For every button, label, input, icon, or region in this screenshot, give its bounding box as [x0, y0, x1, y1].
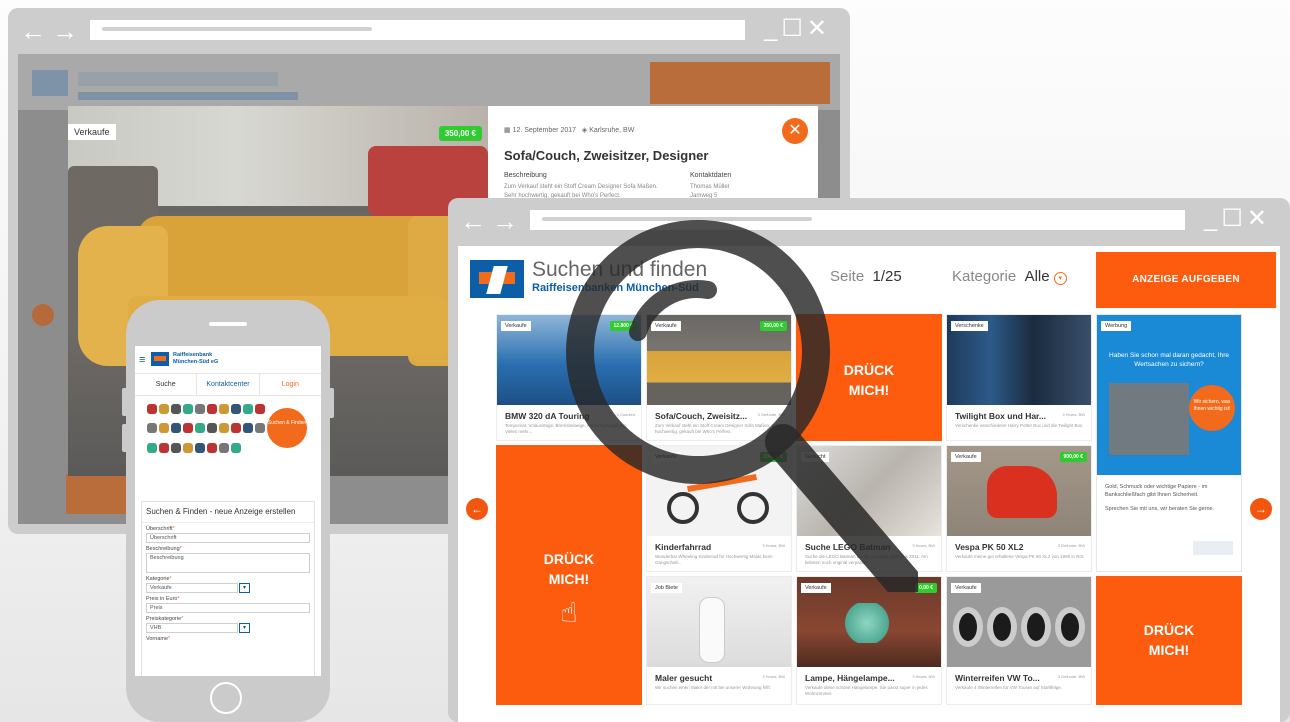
- next-arrow-icon[interactable]: →: [1250, 498, 1272, 520]
- listing-card[interactable]: Verkaufe 900,00 € Vespa PK 50 XL2 3 Gefu…: [946, 445, 1092, 572]
- close-icon[interactable]: ✕: [782, 118, 808, 144]
- card-title: Kinderfahrrad: [655, 542, 712, 552]
- safe-image: [1109, 383, 1189, 455]
- contact-label: Kontaktdaten: [690, 172, 732, 179]
- headline-input[interactable]: Überschrift: [146, 533, 310, 543]
- field-label: Überschrift: [146, 526, 173, 532]
- category-select[interactable]: Verkaufe ▾: [146, 583, 250, 593]
- page-number: 1/25: [872, 268, 902, 285]
- hand-cursor-icon: ☝: [560, 597, 578, 628]
- field-label: Vorname: [146, 636, 169, 642]
- ad-headline: Haben Sie schon mal daran gedacht, Ihre …: [1109, 352, 1229, 368]
- front-window-viewport: Suchen und finden Raiffeisenbanken Münch…: [458, 246, 1280, 722]
- bank-logo-small: [1193, 541, 1233, 555]
- tab-kontaktcenter[interactable]: Kontaktcenter: [197, 374, 260, 395]
- card-title: Suche LEGO Batman: [805, 542, 891, 552]
- card-title: Sofa/Couch, Zweisitz...: [655, 411, 748, 421]
- price-badge: 350,00 €: [438, 126, 482, 141]
- card-title: Vespa PK 50 XL2: [955, 542, 1024, 552]
- listing-card[interactable]: Verkaufe 0,00 € Lampe, Hängelampe... 3 H…: [796, 576, 942, 705]
- advertisement-card[interactable]: Werbung Haben Sie schon mal daran gedach…: [1096, 314, 1242, 572]
- blurred-header: [18, 54, 840, 110]
- press-me-tile[interactable]: DRÜCK MICH!: [1096, 576, 1242, 705]
- field-label: Preis in Euro: [146, 596, 178, 602]
- back-arrow-icon[interactable]: ←: [20, 18, 46, 44]
- phone-screen: ≡ Raiffeisenbank München-Süd eG Suche Ko…: [135, 346, 321, 676]
- browser-toolbar: ← → _☐✕: [8, 8, 850, 54]
- post-listing-button[interactable]: ANZEIGE AUFGEBEN: [1096, 252, 1276, 308]
- prev-arrow-blurred: [32, 304, 54, 326]
- mobile-header: ≡ Raiffeisenbank München-Süd eG: [135, 346, 321, 374]
- hamburger-menu-icon[interactable]: ≡: [139, 354, 145, 366]
- listing-card[interactable]: Job Biete Maler gesucht 3 Hours, BW Wir …: [646, 576, 792, 705]
- listing-card[interactable]: Verkaufe 12.800 € BMW 320 dA Touring 3 C…: [496, 314, 642, 441]
- contact-name: Thomas Müller: [690, 184, 730, 190]
- front-browser-window: ← → _☐✕ Suchen und finden Raiffeisenbank…: [448, 198, 1290, 722]
- category-value: Alle: [1024, 268, 1050, 285]
- address-bar[interactable]: [90, 20, 745, 40]
- phone-speaker: [209, 322, 247, 326]
- description-textarea[interactable]: Beschreibung: [146, 553, 310, 573]
- description-label: Beschreibung: [504, 172, 547, 179]
- card-title: Twilight Box und Har...: [955, 411, 1046, 421]
- cta-button-blurred: [650, 62, 830, 104]
- tab-suche[interactable]: Suche: [135, 374, 198, 395]
- calendar-icon: ▦: [504, 127, 511, 134]
- price-category-select[interactable]: VHB ▾: [146, 623, 250, 633]
- pagination: Seite 1/25: [830, 268, 902, 285]
- chevron-down-icon[interactable]: ▾: [239, 623, 250, 633]
- card-title: BMW 320 dA Touring: [505, 411, 590, 421]
- location-pin-icon: ◈: [581, 127, 588, 134]
- page-title: Suchen und finden: [532, 258, 708, 281]
- home-button[interactable]: [210, 682, 242, 714]
- items-illustration: [147, 404, 267, 460]
- page-header: Suchen und finden Raiffeisenbanken Münch…: [458, 246, 1280, 308]
- brand-line-2: München-Süd eG: [173, 359, 219, 365]
- press-me-tile[interactable]: DRÜCK MICH! ☝: [496, 445, 642, 705]
- suchen-finden-badge: Suchen & Finden: [267, 408, 307, 448]
- listing-card[interactable]: Verschenke Twilight Box und Har... 3 Hou…: [946, 314, 1092, 441]
- listing-location: Karlsruhe, BW: [589, 127, 635, 134]
- card-title: Winterreifen VW To...: [955, 673, 1040, 683]
- browser-toolbar: ← → _☐✕: [448, 198, 1290, 244]
- card-title: Maler gesucht: [655, 673, 713, 683]
- window-controls[interactable]: _☐✕: [1204, 205, 1271, 233]
- field-label: Beschreibung: [146, 546, 180, 552]
- smartphone-mockup: ≡ Raiffeisenbank München-Süd eG Suche Ko…: [122, 300, 334, 722]
- press-me-tile[interactable]: DRÜCK MICH!: [796, 314, 942, 441]
- bank-logo: [151, 352, 169, 366]
- back-arrow-icon[interactable]: ←: [460, 208, 486, 234]
- mobile-tabs: Suche Kontaktcenter Login: [135, 374, 321, 396]
- listing-card[interactable]: Verkaufe 350,00 € Sofa/Couch, Zweisitz..…: [646, 314, 792, 441]
- brand-line-1: Raiffeisenbank: [173, 352, 213, 358]
- category-tag: Verkaufe: [68, 124, 116, 140]
- card-title: Lampe, Hängelampe...: [805, 673, 895, 683]
- forward-arrow-icon[interactable]: →: [492, 208, 518, 234]
- tab-login[interactable]: Login: [260, 374, 321, 395]
- category-filter[interactable]: Kategorie Alle ▾: [952, 268, 1067, 285]
- new-listing-form: Suchen & Finden - neue Anzeige erstellen…: [141, 501, 315, 676]
- logo-blurred: [32, 70, 68, 96]
- listing-card[interactable]: Gesucht Suche LEGO Batman 3 Hours, BW Su…: [796, 445, 942, 572]
- field-label: Preiskategorie: [146, 616, 182, 622]
- listing-card[interactable]: Verkaufe Winterreifen VW To... 3 Gefunde…: [946, 576, 1092, 705]
- chevron-down-icon[interactable]: ▾: [239, 583, 250, 593]
- chevron-down-icon[interactable]: ▾: [1053, 272, 1067, 285]
- listing-title: Sofa/Couch, Zweisitzer, Designer: [504, 148, 709, 163]
- ad-badge: Wir sichern, was Ihnen wichtig ist!: [1189, 385, 1235, 431]
- price-input[interactable]: Preis: [146, 603, 310, 613]
- window-controls[interactable]: _☐✕: [764, 15, 831, 43]
- listing-card[interactable]: Verkaufe 230,00 € Kinderfahrrad 3 Hours,…: [646, 445, 792, 572]
- form-title: Suchen & Finden - neue Anzeige erstellen: [142, 502, 314, 523]
- forward-arrow-icon[interactable]: →: [52, 18, 78, 44]
- field-label: Kategorie: [146, 576, 170, 582]
- address-bar[interactable]: [530, 210, 1185, 230]
- bank-logo: [470, 260, 524, 298]
- prev-arrow-icon[interactable]: ←: [466, 498, 488, 520]
- page-subtitle: Raiffeisenbanken München-Süd: [532, 282, 699, 294]
- listing-date: 12. September 2017: [512, 127, 577, 134]
